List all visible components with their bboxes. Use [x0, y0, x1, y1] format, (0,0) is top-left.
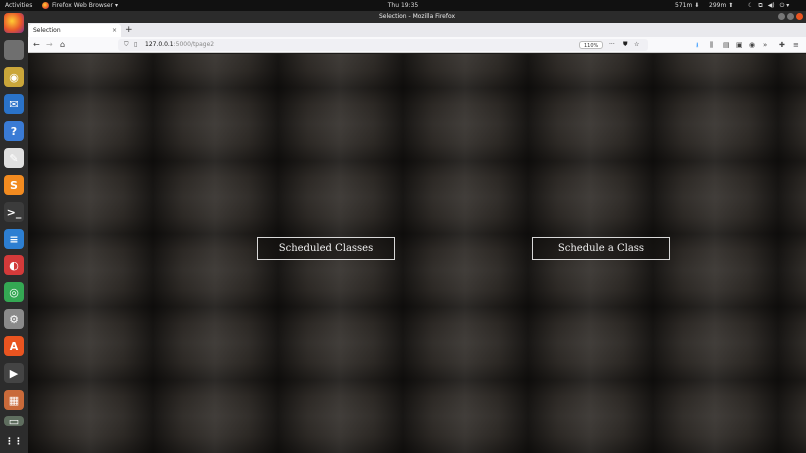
- page-actions-icon[interactable]: ···: [609, 39, 615, 51]
- network-icon: ⧉: [758, 2, 763, 9]
- account-icon[interactable]: ◉: [749, 39, 755, 51]
- window-title-bar: Selection - Mozilla Firefox: [28, 11, 806, 23]
- night-light-icon: ☾: [748, 2, 754, 9]
- dock: ◉ ✉? ✎ S >_ ≡ ◐ ◎ ⚙ A ▶ ▦ ▭ ⋮⋮: [0, 11, 28, 453]
- power-icon: ⏻ ▾: [779, 2, 790, 9]
- tab-title: Selection: [33, 27, 61, 34]
- page-content: Scheduled Classes Schedule a Class: [28, 54, 806, 453]
- maximize-button[interactable]: [787, 13, 794, 20]
- system-tray[interactable]: ☾ ⧉ ◀) ⏻ ▾: [748, 0, 789, 11]
- bookmark-star-icon[interactable]: ☆: [634, 39, 639, 51]
- page-info-icon[interactable]: ▯: [134, 39, 137, 51]
- help-icon[interactable]: ?: [4, 121, 24, 141]
- downloads-icon[interactable]: ⭳: [696, 39, 698, 51]
- system-top-bar: Activities Firefox Web Browser ▾ Thu 19:…: [0, 0, 806, 11]
- firefox-icon[interactable]: [4, 13, 24, 33]
- tab-close-icon[interactable]: ×: [112, 24, 117, 37]
- back-icon[interactable]: ←: [33, 39, 40, 51]
- url-host: 127.0.0.1: [145, 41, 174, 48]
- window-controls: [778, 13, 803, 20]
- home-icon[interactable]: ⌂: [60, 39, 65, 51]
- navigation-bar: ← → ⌂ ⛉ ▯ 127.0.0.1:5000/tpage2 110% ···…: [28, 37, 806, 53]
- software-center-icon[interactable]: A: [4, 336, 24, 356]
- scheduled-classes-button[interactable]: Scheduled Classes: [257, 237, 395, 260]
- library-icon[interactable]: ⫼: [710, 39, 713, 51]
- show-apps-icon[interactable]: ⋮⋮: [4, 432, 24, 452]
- close-window-button[interactable]: [796, 13, 803, 20]
- shield-icon[interactable]: ⛉: [124, 39, 129, 51]
- forward-icon[interactable]: →: [46, 39, 53, 51]
- files-icon[interactable]: [4, 40, 24, 60]
- url-text: 127.0.0.1:5000/tpage2: [145, 39, 214, 51]
- sidebar-icon[interactable]: ▤: [723, 39, 730, 51]
- window-title: Selection - Mozilla Firefox: [378, 13, 456, 20]
- url-path: :5000/tpage2: [173, 41, 215, 48]
- rhythmbox-icon[interactable]: ◉: [4, 67, 24, 87]
- tab-selection[interactable]: Selection ×: [29, 24, 121, 37]
- hamburger-menu-icon[interactable]: ≡: [793, 39, 799, 51]
- net-down-indicator: 571m ⬇: [675, 2, 700, 9]
- text-editor-icon[interactable]: ✎: [4, 148, 24, 168]
- overflow-icon[interactable]: »: [763, 39, 767, 51]
- archive-icon[interactable]: ▦: [4, 390, 24, 410]
- terminal-icon[interactable]: >_: [4, 202, 24, 222]
- minimize-button[interactable]: [778, 13, 785, 20]
- thunderbird-icon[interactable]: ✉: [4, 94, 24, 114]
- zoom-level-button[interactable]: 110%: [579, 41, 604, 49]
- tab-strip: Selection × +: [28, 23, 806, 37]
- chrome-icon[interactable]: ◎: [4, 282, 24, 302]
- video-editor-icon[interactable]: ▶: [4, 363, 24, 383]
- net-up-value: 299m: [709, 2, 727, 9]
- libreoffice-writer-icon[interactable]: ≡: [4, 229, 24, 249]
- pocket-icon[interactable]: ⛊: [623, 39, 628, 51]
- drive-icon[interactable]: ▭: [4, 415, 24, 428]
- schedule-a-class-button[interactable]: Schedule a Class: [532, 237, 670, 260]
- net-up-indicator: 299m ⬆: [709, 2, 734, 9]
- reader-icon[interactable]: ▣: [736, 39, 743, 51]
- extensions-icon[interactable]: ✚: [779, 39, 785, 51]
- volume-icon: ◀): [767, 2, 775, 9]
- url-bar[interactable]: ⛉ ▯ 127.0.0.1:5000/tpage2 110% ··· ⛊ ☆: [118, 39, 648, 51]
- rhythm-app-icon[interactable]: ◐: [4, 255, 24, 275]
- sublime-text-icon[interactable]: S: [4, 175, 24, 195]
- net-down-value: 571m: [675, 2, 693, 9]
- new-tab-button[interactable]: +: [125, 23, 133, 37]
- settings-icon[interactable]: ⚙: [4, 309, 24, 329]
